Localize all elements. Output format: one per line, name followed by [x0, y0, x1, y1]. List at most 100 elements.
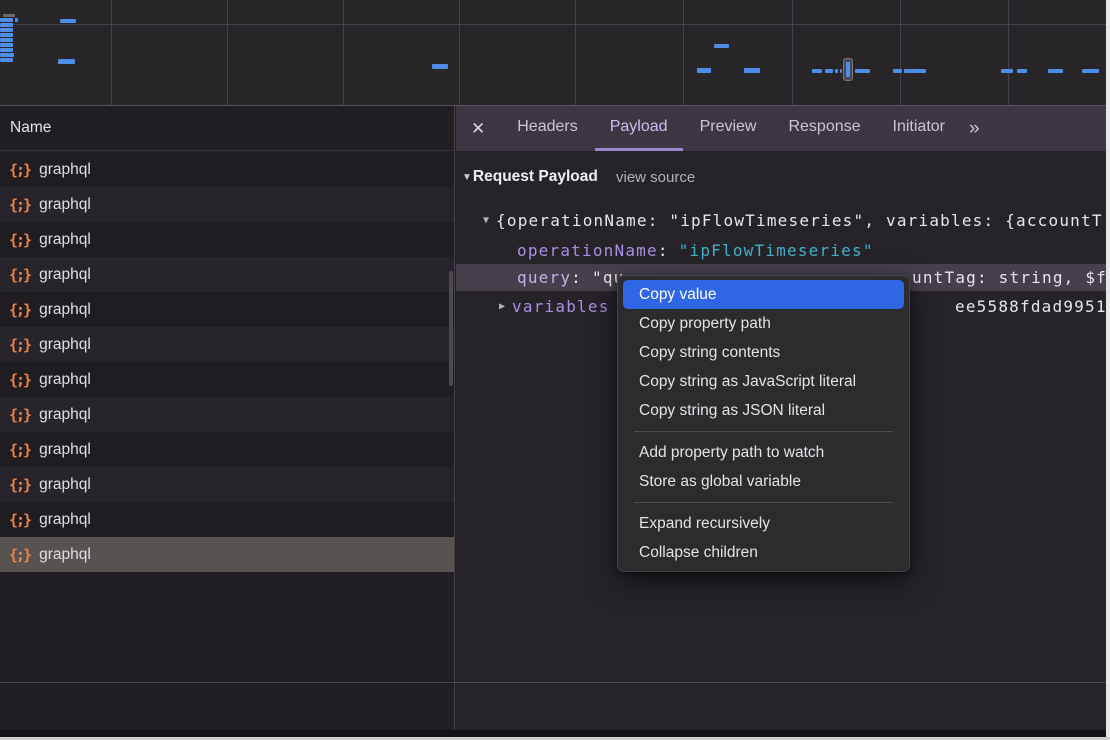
variables-property-row[interactable]: ▶ variables ee5588fdad995178a0 — [499, 293, 610, 320]
overview-request-bar — [432, 64, 448, 69]
payload-root-row[interactable]: ▼ {operationName: "ipFlowTimeseries", va… — [483, 207, 1103, 234]
request-name: graphql — [39, 231, 91, 249]
fetch-xhr-icon: {;} — [9, 371, 30, 389]
overview-request-bar — [1001, 69, 1013, 73]
request-name: graphql — [39, 546, 91, 564]
tab-payload[interactable]: Payload — [595, 106, 683, 151]
devtools-network-panel: Name {;} graphql {;} graphql {;} graphql {;} gr… — [0, 0, 1110, 740]
fetch-xhr-icon: {;} — [9, 511, 30, 529]
menu-item-copy-string-as-json-literal[interactable]: Copy string as JSON literal — [623, 396, 904, 425]
bottom-strip — [0, 730, 1110, 737]
overview-request-bar — [835, 69, 838, 73]
tab-response[interactable]: Response — [773, 106, 875, 151]
column-header-name[interactable]: Name — [0, 106, 454, 151]
fetch-xhr-icon: {;} — [9, 336, 30, 354]
tab-headers[interactable]: Headers — [502, 106, 592, 151]
fetch-xhr-icon: {;} — [9, 266, 30, 284]
fetch-xhr-icon: {;} — [9, 196, 30, 214]
fetch-xhr-icon: {;} — [9, 231, 30, 249]
request-row[interactable]: {;} graphql — [0, 467, 454, 502]
fetch-xhr-icon: {;} — [9, 441, 30, 459]
overview-request-bar — [0, 23, 13, 27]
request-row[interactable]: {;} graphql — [0, 152, 454, 187]
more-tabs-icon[interactable]: » — [969, 118, 978, 140]
view-source-link[interactable]: view source — [616, 169, 695, 186]
overview-request-bar — [0, 53, 14, 57]
overview-request-bar — [893, 69, 902, 73]
collapse-triangle-icon[interactable]: ▼ — [462, 172, 472, 183]
expand-triangle-icon[interactable]: ▼ — [483, 215, 489, 226]
fetch-xhr-icon: {;} — [9, 476, 30, 494]
menu-item-collapse-children[interactable]: Collapse children — [623, 538, 904, 567]
request-name: graphql — [39, 301, 91, 319]
overview-request-bar — [0, 18, 13, 22]
request-row[interactable]: {;} graphql — [0, 222, 454, 257]
overview-request-bar — [714, 44, 729, 48]
overview-request-bar — [855, 69, 870, 73]
screenshot-right-edge — [1106, 0, 1110, 737]
overview-request-bar — [1017, 69, 1027, 73]
request-row[interactable]: {;}graphql — [0, 292, 454, 327]
property-key: variables — [512, 297, 610, 316]
request-name: graphql — [39, 371, 91, 389]
scrollbar-thumb[interactable] — [449, 271, 453, 386]
request-row[interactable]: {;} graphql — [0, 187, 454, 222]
overview-vertical-gridline — [227, 0, 228, 105]
request-row[interactable]: {;}graphql — [0, 397, 454, 432]
overview-request-bar — [0, 43, 13, 47]
network-overview[interactable] — [0, 0, 1110, 106]
section-title: Request Payload — [473, 168, 598, 186]
expand-triangle-icon[interactable]: ▶ — [499, 301, 505, 312]
request-name: graphql — [39, 196, 91, 214]
overview-request-bar — [60, 19, 76, 23]
overview-vertical-gridline — [683, 0, 684, 105]
tab-initiator[interactable]: Initiator — [878, 106, 960, 151]
property-key: query — [517, 268, 571, 287]
overview-request-bar — [744, 68, 760, 73]
menu-item-copy-property-path[interactable]: Copy property path — [623, 309, 904, 338]
close-icon[interactable]: ✕ — [471, 119, 485, 139]
overview-request-bar — [3, 14, 15, 17]
menu-item-add-property-path-to-watch[interactable]: Add property path to watch — [623, 438, 904, 467]
fetch-xhr-icon: {;} — [9, 161, 30, 179]
tab-preview[interactable]: Preview — [685, 106, 772, 151]
overview-request-bar — [697, 68, 711, 73]
overview-vertical-gridline — [343, 0, 344, 105]
overview-position-marker — [843, 58, 853, 81]
request-row[interactable]: {;} graphql — [0, 537, 454, 572]
fetch-xhr-icon: {;} — [9, 546, 30, 564]
request-row[interactable]: {;}graphql — [0, 432, 454, 467]
overview-request-bar — [0, 48, 13, 52]
menu-item-copy-value[interactable]: Copy value — [623, 280, 904, 309]
request-name: graphql — [39, 476, 91, 494]
overview-request-bar — [0, 58, 13, 62]
overview-request-bar — [825, 69, 833, 73]
overview-vertical-gridline — [1008, 0, 1009, 105]
request-row[interactable]: {;}graphql — [0, 502, 454, 537]
footer-divider — [0, 682, 1110, 683]
request-row[interactable]: {;} graphql — [0, 257, 454, 292]
request-name: graphql — [39, 161, 91, 179]
overview-request-bar — [840, 69, 842, 73]
request-name: graphql — [39, 266, 91, 284]
menu-separator — [634, 502, 893, 503]
detail-tabs: HeadersPayloadPreviewResponseInitiator — [501, 106, 961, 151]
operation-name-row[interactable]: operationName:"ipFlowTimeseries" — [517, 237, 874, 264]
menu-item-expand-recursively[interactable]: Expand recursively — [623, 509, 904, 538]
menu-item-copy-string-as-javascript-literal[interactable]: Copy string as JavaScript literal — [623, 367, 904, 396]
request-name: graphql — [39, 336, 91, 354]
requests-panel: Name {;} graphql {;} graphql {;} graphql {;} gr… — [0, 106, 455, 732]
column-header-label: Name — [10, 119, 51, 137]
request-row[interactable]: {;} graphql — [0, 362, 454, 397]
property-value-fragment: untTag: string, $f — [912, 268, 1107, 287]
menu-item-copy-string-contents[interactable]: Copy string contents — [623, 338, 904, 367]
detail-tab-bar: ✕ HeadersPayloadPreviewResponseInitiator… — [456, 106, 1110, 151]
overview-request-bar — [0, 28, 13, 32]
overview-vertical-gridline — [575, 0, 576, 105]
overview-vertical-gridline — [792, 0, 793, 105]
overview-request-bar — [904, 69, 926, 73]
menu-item-store-as-global-variable[interactable]: Store as global variable — [623, 467, 904, 496]
request-payload-section: ▼ Request Payload view source — [462, 168, 598, 186]
property-key: operationName — [517, 241, 658, 260]
request-row[interactable]: {;} graphql — [0, 327, 454, 362]
